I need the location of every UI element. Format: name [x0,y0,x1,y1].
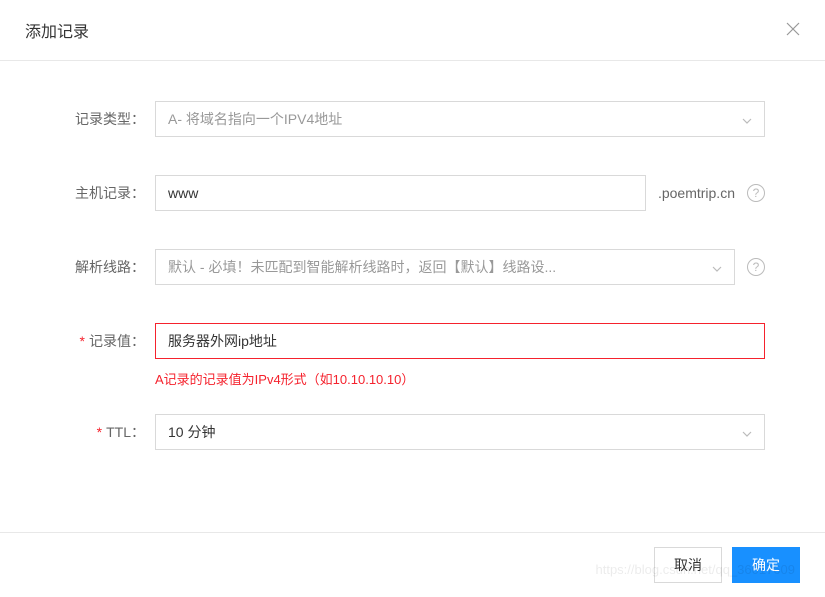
row-host-record: 主机记录： .poemtrip.cn ? [60,175,765,211]
help-icon[interactable]: ? [747,258,765,276]
chevron-down-icon [742,424,752,440]
select-record-type[interactable]: A- 将域名指向一个IPV4地址 [155,101,765,137]
modal-title: 添加记录 [25,18,89,42]
chevron-down-icon [742,111,752,127]
row-record-value: *记录值： [60,323,765,359]
modal-body: 记录类型： A- 将域名指向一个IPV4地址 主机记录： .poemtrip.c… [0,61,825,508]
chevron-down-icon [712,259,722,275]
confirm-button[interactable]: 确定 [732,547,800,583]
required-mark: * [80,333,85,349]
input-host-record[interactable] [155,175,646,211]
help-icon[interactable]: ? [747,184,765,202]
input-record-value[interactable] [155,323,765,359]
select-record-type-value: A- 将域名指向一个IPV4地址 [168,109,342,129]
select-ttl-value: 10 分钟 [168,422,215,442]
required-mark: * [97,424,102,440]
error-record-value: A记录的记录值为IPv4形式（如10.10.10.10） [155,369,765,388]
row-record-type: 记录类型： A- 将域名指向一个IPV4地址 [60,101,765,137]
label-record-value: *记录值： [60,323,155,359]
select-ttl[interactable]: 10 分钟 [155,414,765,450]
modal-footer: 取消 确定 [0,532,825,597]
label-host-record: 主机记录： [60,175,155,211]
label-record-type: 记录类型： [60,101,155,137]
select-line[interactable]: 默认 - 必填！未匹配到智能解析线路时，返回【默认】线路设... [155,249,735,285]
domain-suffix: .poemtrip.cn [658,185,735,201]
cancel-button[interactable]: 取消 [654,547,722,583]
close-icon[interactable] [786,21,800,39]
label-line: 解析线路： [60,249,155,285]
row-line: 解析线路： 默认 - 必填！未匹配到智能解析线路时，返回【默认】线路设... ? [60,249,765,285]
label-ttl: *TTL： [60,414,155,450]
row-ttl: *TTL： 10 分钟 [60,414,765,450]
modal-header: 添加记录 [0,0,825,61]
select-line-value: 默认 - 必填！未匹配到智能解析线路时，返回【默认】线路设... [168,257,556,277]
